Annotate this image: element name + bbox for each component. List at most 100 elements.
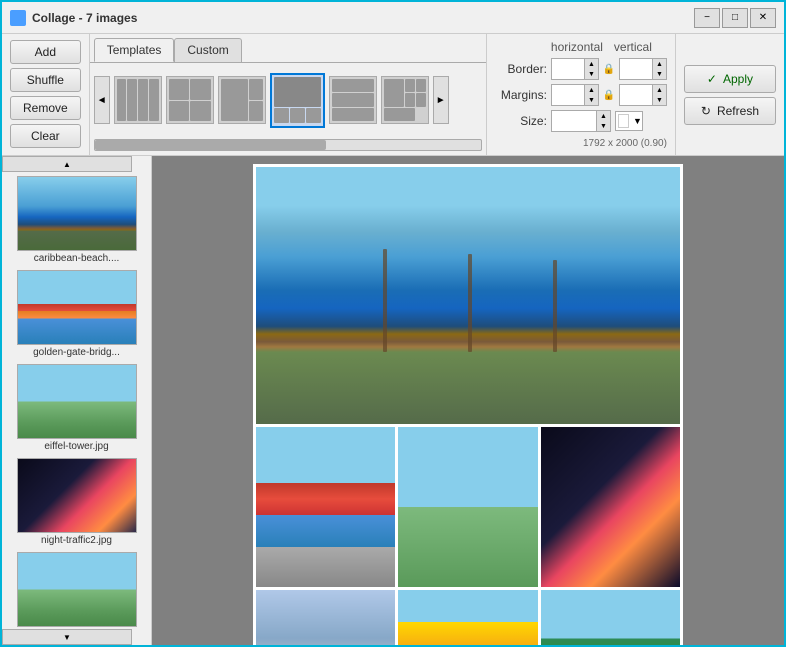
thumbnail-item-5[interactable]: eiffel-tower-2.jpg xyxy=(6,552,147,629)
shuffle-button[interactable]: Shuffle xyxy=(10,68,81,92)
collage-cell-m1 xyxy=(256,427,395,588)
collage-preview xyxy=(253,164,683,645)
refresh-icon: ↻ xyxy=(701,104,711,118)
border-lock-icon[interactable]: 🔒 xyxy=(603,62,615,76)
margins-v-spinner[interactable]: 4 ▲ ▼ xyxy=(619,84,667,106)
refresh-label: Refresh xyxy=(717,104,759,118)
border-h-spinner[interactable]: 4 ▲ ▼ xyxy=(551,58,599,80)
thumbnail-item-1[interactable]: caribbean-beach.... xyxy=(6,176,147,264)
size-spinbtns: ▲ ▼ xyxy=(596,111,610,131)
margins-h-spinner[interactable]: 4 ▲ ▼ xyxy=(551,84,599,106)
border-label: Border: xyxy=(495,62,547,76)
thumbnail-item-4[interactable]: night-traffic2.jpg xyxy=(6,458,147,546)
margins-h-spinbtns: ▲ ▼ xyxy=(584,85,598,105)
size-input[interactable]: 2000 xyxy=(552,113,596,129)
margins-h-down[interactable]: ▼ xyxy=(584,95,598,105)
apply-button[interactable]: ✓ Apply xyxy=(684,65,776,93)
margins-label: Margins: xyxy=(495,88,547,102)
vertical-label: vertical xyxy=(607,40,659,54)
template-3[interactable] xyxy=(218,76,266,124)
tab-custom[interactable]: Custom xyxy=(174,38,241,62)
template-scroll-right[interactable]: ► xyxy=(433,76,449,124)
minimize-button[interactable]: − xyxy=(694,8,720,28)
toolbar: Add Shuffle Remove Clear Templates Custo… xyxy=(2,34,784,156)
border-v-down[interactable]: ▼ xyxy=(652,69,666,79)
collage-row-bottom xyxy=(256,590,680,645)
size-spinner[interactable]: 2000 ▲ ▼ xyxy=(551,110,611,132)
margins-lock-icon[interactable]: 🔒 xyxy=(603,88,615,102)
size-up[interactable]: ▲ xyxy=(596,111,610,121)
refresh-button[interactable]: ↻ Refresh xyxy=(684,97,776,125)
preview-area xyxy=(152,156,784,645)
tab-row: Templates Custom xyxy=(90,34,486,62)
margins-v-spinbtns: ▲ ▼ xyxy=(652,85,666,105)
border-h-input[interactable]: 4 xyxy=(552,61,584,77)
thumbnail-label-1: caribbean-beach.... xyxy=(34,253,120,264)
margins-h-up[interactable]: ▲ xyxy=(584,85,598,95)
size-label: Size: xyxy=(495,114,547,128)
margins-v-up[interactable]: ▲ xyxy=(652,85,666,95)
collage-cell-m2 xyxy=(398,427,537,588)
thumbnail-sidebar: ▲ caribbean-beach.... golden-gate-bridg.… xyxy=(2,156,152,645)
color-picker[interactable]: ▼ xyxy=(615,111,643,131)
template-4[interactable] xyxy=(270,73,325,128)
margins-row: Margins: 4 ▲ ▼ 🔒 4 ▲ ▼ xyxy=(495,84,667,106)
template-scrollbar-thumb xyxy=(95,140,327,150)
template-scroll-left[interactable]: ◄ xyxy=(94,76,110,124)
scroll-up-button[interactable]: ▲ xyxy=(2,156,132,172)
apply-label: Apply xyxy=(723,72,753,86)
thumbnail-item-2[interactable]: golden-gate-bridg... xyxy=(6,270,147,358)
tab-templates[interactable]: Templates xyxy=(94,38,175,62)
close-button[interactable]: ✕ xyxy=(750,8,776,28)
thumbnail-item-3[interactable]: eiffel-tower.jpg xyxy=(6,364,147,452)
border-h-spinbtns: ▲ ▼ xyxy=(584,59,598,79)
thumbnail-scroll-area[interactable]: caribbean-beach.... golden-gate-bridg...… xyxy=(2,172,151,629)
collage-cell-b2 xyxy=(398,590,537,645)
template-2[interactable] xyxy=(166,76,214,124)
add-button[interactable]: Add xyxy=(10,40,81,64)
settings-panel: horizontal vertical Border: 4 ▲ ▼ 🔒 4 xyxy=(487,34,675,155)
remove-button[interactable]: Remove xyxy=(10,96,81,120)
border-row: Border: 4 ▲ ▼ 🔒 4 ▲ ▼ xyxy=(495,58,667,80)
titlebar: Collage - 7 images − □ ✕ xyxy=(2,2,784,34)
template-scrollbar-row xyxy=(90,137,486,155)
main-window: Collage - 7 images − □ ✕ Add Shuffle Rem… xyxy=(0,0,786,647)
size-info: 1792 x 2000 (0.90) xyxy=(495,138,667,149)
collage-cell-b3 xyxy=(541,590,680,645)
left-buttons-panel: Add Shuffle Remove Clear xyxy=(2,34,90,155)
content-area: ▲ caribbean-beach.... golden-gate-bridg.… xyxy=(2,156,784,645)
margins-h-input[interactable]: 4 xyxy=(552,87,584,103)
border-v-up[interactable]: ▲ xyxy=(652,59,666,69)
border-v-input[interactable]: 4 xyxy=(620,61,652,77)
border-v-spinner[interactable]: 4 ▲ ▼ xyxy=(619,58,667,80)
right-panel: horizontal vertical Border: 4 ▲ ▼ 🔒 4 xyxy=(487,34,784,155)
window-title: Collage - 7 images xyxy=(32,11,694,25)
margins-v-input[interactable]: 4 xyxy=(620,87,652,103)
clear-button[interactable]: Clear xyxy=(10,124,81,148)
scroll-down-button[interactable]: ▼ xyxy=(2,629,132,645)
maximize-button[interactable]: □ xyxy=(722,8,748,28)
app-icon xyxy=(10,10,26,26)
collage-row-middle xyxy=(256,427,680,588)
template-scrollbar[interactable] xyxy=(94,139,482,151)
collage-cell-m3 xyxy=(541,427,680,588)
size-down[interactable]: ▼ xyxy=(596,121,610,131)
collage-cell-b1 xyxy=(256,590,395,645)
template-6[interactable] xyxy=(381,76,429,124)
templates-area: Templates Custom ◄ xyxy=(90,34,487,155)
window-controls: − □ ✕ xyxy=(694,8,776,28)
border-h-up[interactable]: ▲ xyxy=(584,59,598,69)
thumbnail-label-2: golden-gate-bridg... xyxy=(33,347,120,358)
collage-cell-top xyxy=(256,167,680,424)
col-labels: horizontal vertical xyxy=(551,40,667,54)
template-1[interactable] xyxy=(114,76,162,124)
thumbnail-label-4: night-traffic2.jpg xyxy=(41,535,112,546)
apply-icon: ✓ xyxy=(707,72,717,86)
thumbnail-label-3: eiffel-tower.jpg xyxy=(44,441,108,452)
margins-v-down[interactable]: ▼ xyxy=(652,95,666,105)
template-5[interactable] xyxy=(329,76,377,124)
template-grid: ◄ xyxy=(90,62,486,137)
border-h-down[interactable]: ▼ xyxy=(584,69,598,79)
action-buttons: ✓ Apply ↻ Refresh xyxy=(675,34,784,155)
horizontal-label: horizontal xyxy=(551,40,603,54)
